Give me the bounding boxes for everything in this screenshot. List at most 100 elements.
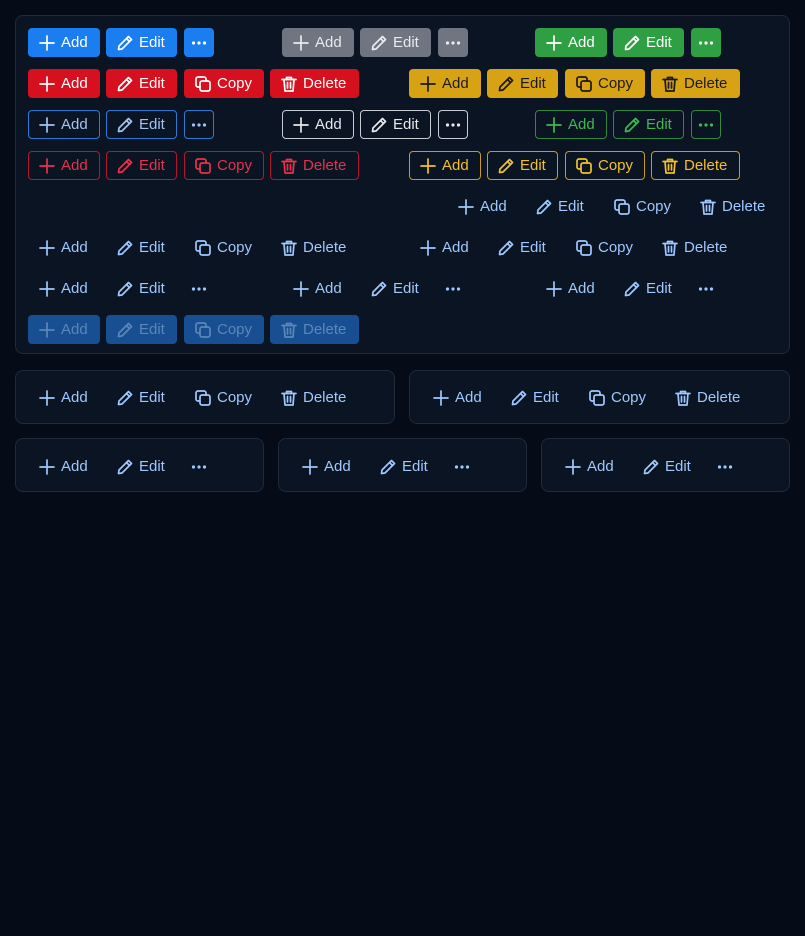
ghost-group-left-delete-button[interactable]: Delete [270,233,359,262]
edit-label: Edit [665,458,691,475]
ghost-group-middle-add-button[interactable]: Add [409,233,481,262]
copy-icon [194,75,212,93]
solid-green-group-edit-button[interactable]: Edit [613,28,684,57]
copy-label: Copy [598,75,634,92]
ghost-more-group-2-edit-button[interactable]: Edit [360,274,431,303]
ghost-group-middle-delete-button[interactable]: Delete [651,233,740,262]
ghost-group-right-edit-button[interactable]: Edit [525,192,596,221]
card-3-group-more-button[interactable] [184,452,214,481]
solid-red-group-delete-button[interactable]: Delete [270,69,359,98]
outline-red-group-edit-button[interactable]: Edit [106,151,177,180]
outline-blue-group-more-button[interactable] [184,110,214,139]
trash-icon [661,157,679,175]
card-4-group-add-button[interactable]: Add [291,452,363,481]
ghost-more-group-1-add-button[interactable]: Add [28,274,100,303]
outline-yellow-group-copy-button[interactable]: Copy [565,151,645,180]
pencil-icon [116,321,134,339]
pencil-icon [623,116,641,134]
solid-yellow-group-delete-button[interactable]: Delete [651,69,740,98]
ghost-group-left-edit-button[interactable]: Edit [106,233,177,262]
copy-icon [588,389,606,407]
ghost-group-middle-copy-button[interactable]: Copy [565,233,645,262]
solid-yellow-group-edit-button[interactable]: Edit [487,69,558,98]
delete-label: Delete [697,389,741,406]
plus-icon [38,157,56,175]
card-4-group-edit-button[interactable]: Edit [369,452,440,481]
solid-yellow-group-add-button[interactable]: Add [409,69,481,98]
more-dots-icon [190,34,208,52]
card-2-group-edit-button[interactable]: Edit [500,383,571,412]
delete-label: Delete [684,75,728,92]
outline-green-group-add-button[interactable]: Add [535,110,607,139]
outline-green-group-edit-button[interactable]: Edit [613,110,684,139]
ghost-more-group-3-edit-button[interactable]: Edit [613,274,684,303]
solid-green-group-add-button[interactable]: Add [535,28,607,57]
solid-red-group-copy-button[interactable]: Copy [184,69,264,98]
add-label: Add [568,280,595,297]
delete-label: Delete [303,389,347,406]
more-dots-icon [697,34,715,52]
more-dots-icon [190,116,208,134]
pencil-icon [116,157,134,175]
outline-red-group-add-button[interactable]: Add [28,151,100,180]
outline-green-group-more-button[interactable] [691,110,721,139]
ghost-group-left-copy-button[interactable]: Copy [184,233,264,262]
ghost-group-right-add-button[interactable]: Add [447,192,519,221]
plus-icon [292,34,310,52]
outline-yellow-group-edit-button[interactable]: Edit [487,151,558,180]
outline-white-group-edit-button[interactable]: Edit [360,110,431,139]
outline-red-group-delete-button[interactable]: Delete [270,151,359,180]
solid-yellow-group-copy-button[interactable]: Copy [565,69,645,98]
card-5-group-more-button[interactable] [710,452,740,481]
add-label: Add [61,157,88,174]
copy-icon [194,321,212,339]
ghost-more-group-1-edit-button[interactable]: Edit [106,274,177,303]
card-4-group-more-button[interactable] [447,452,477,481]
pencil-icon [497,75,515,93]
card-3-group-edit-button[interactable]: Edit [106,452,177,481]
solid-blue-group-add-button[interactable]: Add [28,28,100,57]
pencil-icon [510,389,528,407]
ghost-group-left-add-button[interactable]: Add [28,233,100,262]
ghost-more-group-3-more-button[interactable] [691,274,721,303]
solid-gray-group-more-button[interactable] [438,28,468,57]
solid-green-group-more-button[interactable] [691,28,721,57]
ghost-more-group-1-more-button[interactable] [184,274,214,303]
card-1-group-add-button[interactable]: Add [28,383,100,412]
plus-icon [564,458,582,476]
solid-blue-group-edit-button[interactable]: Edit [106,28,177,57]
solid-gray-group-add-button[interactable]: Add [282,28,354,57]
ghost-more-group-3-add-button[interactable]: Add [535,274,607,303]
outline-blue-group-edit-button[interactable]: Edit [106,110,177,139]
card-1-group-delete-button[interactable]: Delete [270,383,359,412]
card-1-group-edit-button[interactable]: Edit [106,383,177,412]
solid-red-group-edit-button[interactable]: Edit [106,69,177,98]
add-label: Add [61,280,88,297]
solid-blue-group-more-button[interactable] [184,28,214,57]
card-2-group-copy-button[interactable]: Copy [578,383,658,412]
outline-yellow-group-delete-button[interactable]: Delete [651,151,740,180]
card-2-group-add-button[interactable]: Add [422,383,494,412]
ghost-group-right-copy-button[interactable]: Copy [603,192,683,221]
ghost-more-group-2-add-button[interactable]: Add [282,274,354,303]
add-label: Add [480,198,507,215]
solid-gray-group-edit-button[interactable]: Edit [360,28,431,57]
outline-blue-group-add-button[interactable]: Add [28,110,100,139]
card-1-group-copy-button[interactable]: Copy [184,383,264,412]
copy-label: Copy [217,239,253,256]
outline-white-group-more-button[interactable] [438,110,468,139]
ghost-more-group-2-more-button[interactable] [438,274,468,303]
ghost-group-middle-edit-button[interactable]: Edit [487,233,558,262]
outline-white-group-add-button[interactable]: Add [282,110,354,139]
plus-icon [545,116,563,134]
copy-label: Copy [598,157,634,174]
card-3-group-add-button[interactable]: Add [28,452,100,481]
solid-red-group-add-button[interactable]: Add [28,69,100,98]
card-2-group-delete-button[interactable]: Delete [664,383,753,412]
outline-yellow-group-add-button[interactable]: Add [409,151,481,180]
card-5-group-add-button[interactable]: Add [554,452,626,481]
plus-icon [419,239,437,257]
ghost-group-right-delete-button[interactable]: Delete [689,192,778,221]
outline-red-group-copy-button[interactable]: Copy [184,151,264,180]
card-5-group-edit-button[interactable]: Edit [632,452,703,481]
